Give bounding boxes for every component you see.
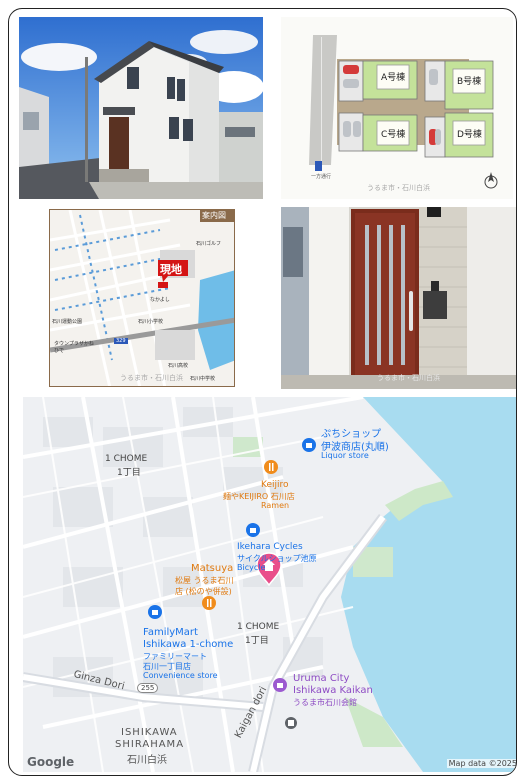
matsuya-jp2[interactable]: 店 (松のや併設) [175,586,232,597]
place-park: 石川運動公園 [52,319,83,325]
site-marker-icon [158,282,168,288]
restaurant-icon [202,596,216,610]
place-townplaza: タウンプラザかねひで [54,341,94,354]
shop-icon [302,438,316,452]
chome-1-mid-label: 1 CHOME [237,622,280,632]
door-photo-watermark: うるま市・石川白浜 [377,374,440,382]
car-icon [435,129,441,145]
site-plan-graphic [281,17,513,199]
restaurant-icon [264,460,278,474]
bicycle-shop-icon [246,523,260,537]
ikehara-category: Bicycle [237,563,266,572]
ikehara-label[interactable]: Ikehara Cycles [237,542,303,552]
place-middle: 石川中学校 [190,376,216,382]
chome-1-top-label: 1 CHOME [105,454,148,464]
car-icon [353,121,361,137]
chome-1-top-jp: 1丁目 [117,468,141,478]
map-graphic [23,397,516,772]
shirahama-label1: ISHIKAWA [121,727,178,738]
house-photo-graphic [19,17,263,199]
lot-d-label: D号棟 [457,130,482,140]
site-label: 現地 [160,263,182,276]
route-329: 329 [114,338,128,344]
intercom-icon [431,281,439,291]
door-handle-icon [409,291,413,331]
shirahama-jp: 石川白浜 [127,755,167,766]
matsuya-jp1[interactable]: 松屋 うるま石川 [175,575,234,586]
guide-map-watermark: うるま市・石川白浜 [120,374,183,382]
car-icon [429,69,438,85]
site-plan-watermark: うるま市・石川白浜 [367,184,430,192]
chome-1-mid-jp: 1丁目 [245,636,269,646]
uruma-label1[interactable]: Uruma City [293,673,349,684]
matsuya-label[interactable]: Matsuya [191,563,233,574]
door-photo[interactable]: うるま市・石川白浜 [281,207,516,389]
light-icon [427,207,441,217]
route-255-badge: 255 [137,683,159,693]
mailbox-icon [423,291,447,319]
place-school: 石川小学校 [138,319,164,325]
guide-map[interactable]: 案内図 現地 石川ゴルフ 石川小学校 なかよし タウンプラザかねひで 石川高校 … [49,209,235,387]
keijiro-label[interactable]: Keijiro [261,480,289,490]
shirahama-label2: SHIRAHAMA [115,739,185,750]
house-photo[interactable] [19,17,263,199]
place-nakayoshi: なかよし [150,297,170,303]
familymart-category: Convenience store [143,671,218,680]
bus-stop-icon [285,717,297,729]
road-sign-icon [315,161,322,171]
door-photo-graphic [281,207,516,389]
place-highschool: 石川高校 [168,363,189,369]
site-plan[interactable]: A号棟 B号棟 C号棟 D号棟 一方通行 うるま市・石川白浜 [281,17,513,199]
car-icon [343,65,359,74]
puchi-shop-category: Liquor store [321,451,369,460]
map-view[interactable]: 1 CHOME 1丁目 ぷちショップ 伊波商店(丸順) Liquor store… [23,397,516,772]
keijiro-category: Ramen [261,501,290,510]
lot-a-label: A号棟 [381,73,406,83]
car-icon [343,121,351,137]
familymart-label2[interactable]: Ishikawa 1-chome [143,639,233,650]
lot-b-label: B号棟 [457,77,482,87]
map-attribution[interactable]: Map data ©2025 [446,759,516,768]
familymart-label[interactable]: FamilyMart [143,627,198,638]
uruma-label2[interactable]: Ishikawa Kaikan [293,685,373,696]
listing-frame: A号棟 B号棟 C号棟 D号棟 一方通行 うるま市・石川白浜 案内図 現地 石川… [8,8,517,776]
google-logo: Google [27,755,75,769]
place-golf: 石川ゴルフ [196,241,222,247]
lot-c-label: C号棟 [381,130,406,140]
road-label: 一方通行 [311,174,332,180]
guide-map-title: 案内図 [202,211,226,220]
convenience-store-icon [148,605,162,619]
uruma-jp[interactable]: うるま市石川会館 [293,697,357,708]
civic-hall-icon [273,678,287,692]
car-icon [343,79,359,88]
guide-map-graphic [50,210,234,386]
